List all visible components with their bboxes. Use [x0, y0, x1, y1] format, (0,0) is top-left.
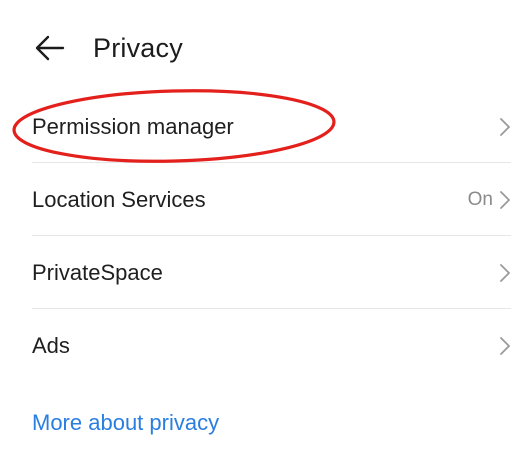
chevron-right-icon — [500, 336, 510, 355]
row-label: Permission manager — [32, 113, 234, 139]
more-about-privacy-link[interactable]: More about privacy — [32, 410, 219, 436]
arrow-left-icon — [35, 35, 65, 61]
row-permission-manager[interactable]: Permission manager — [0, 90, 531, 163]
page-title: Privacy — [93, 33, 183, 63]
status-value: On — [467, 188, 493, 210]
back-button[interactable] — [28, 30, 72, 66]
row-label: Ads — [32, 332, 70, 358]
row-right — [499, 263, 511, 283]
settings-list: Permission manager Location Services On … — [0, 90, 531, 382]
row-label: PrivateSpace — [32, 259, 163, 285]
chevron-right-icon — [500, 263, 510, 282]
row-right — [499, 117, 511, 137]
row-right — [499, 336, 511, 356]
row-right: On — [468, 189, 511, 211]
row-location-services[interactable]: Location Services On — [0, 163, 531, 236]
chevron-right-icon — [500, 190, 510, 209]
row-ads[interactable]: Ads — [0, 309, 531, 382]
row-privatespace[interactable]: PrivateSpace — [0, 236, 531, 309]
top-bar: Privacy — [0, 18, 531, 78]
row-label: Location Services — [32, 186, 206, 212]
chevron-right-icon — [500, 117, 510, 136]
